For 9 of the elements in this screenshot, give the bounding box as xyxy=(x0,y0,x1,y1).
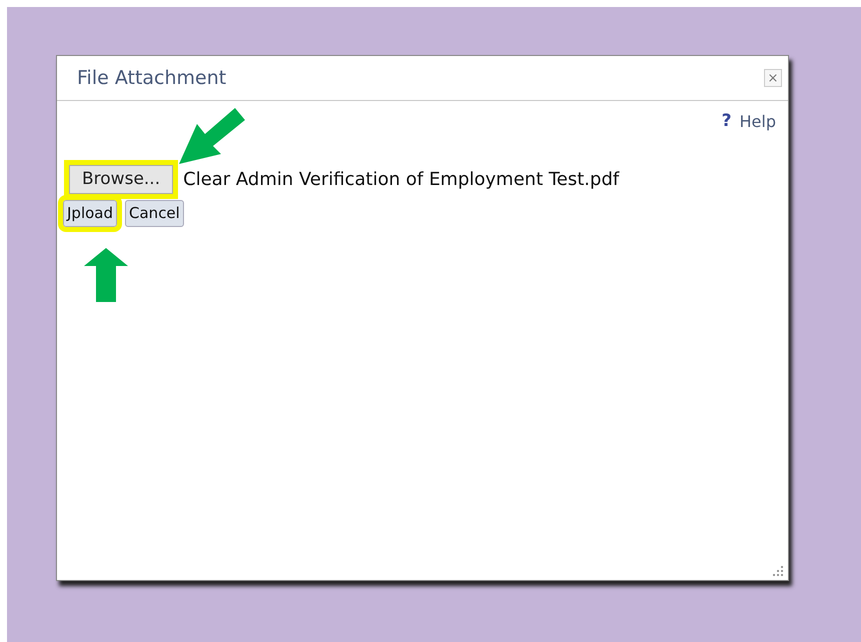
arrow-icon xyxy=(84,248,128,302)
dialog-title: File Attachment xyxy=(77,66,226,91)
help-link[interactable]: Help xyxy=(740,110,776,134)
help-icon[interactable]: ? xyxy=(722,109,732,134)
resize-grip-icon xyxy=(772,566,784,578)
arrow-icon xyxy=(179,108,245,164)
file-name: Clear Admin Verification of Employment Test.pdf xyxy=(183,168,620,192)
close-button[interactable]: × xyxy=(764,69,782,87)
cancel-button[interactable]: Cancel xyxy=(125,200,184,226)
